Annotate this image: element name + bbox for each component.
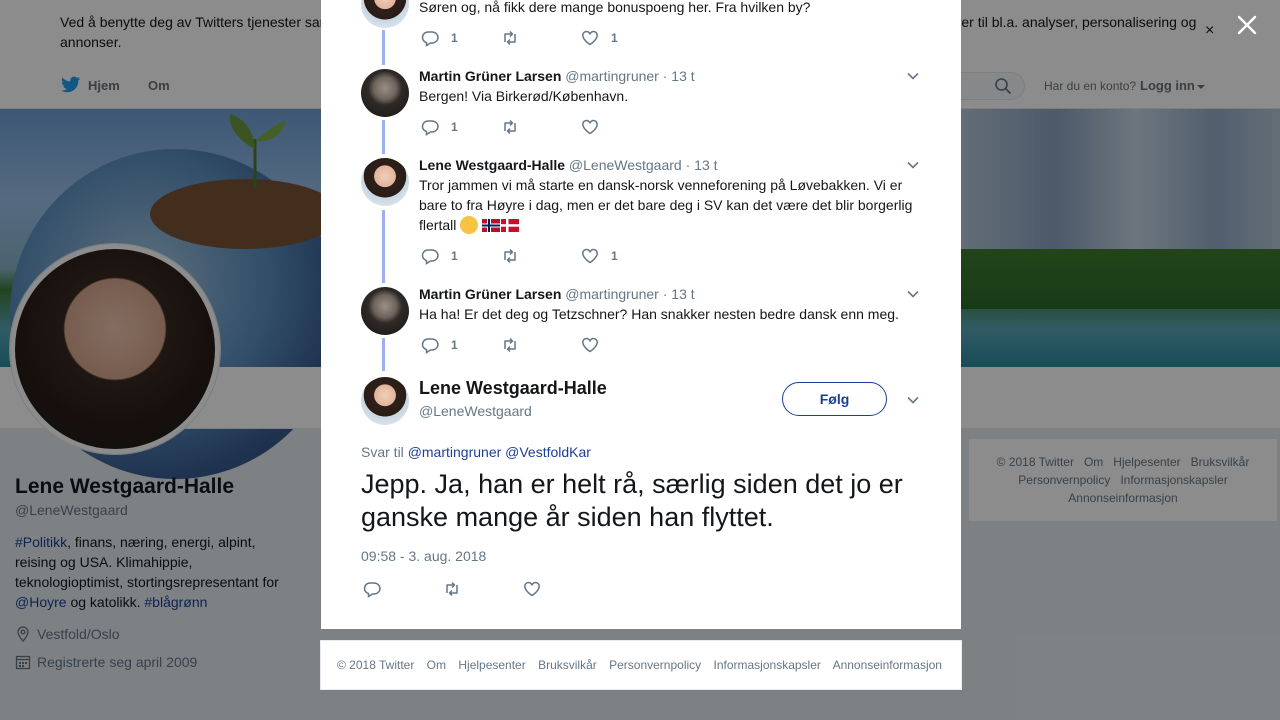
retweet-icon — [504, 30, 516, 46]
tweet-text: Bergen! Via Birkerød/København. — [419, 88, 629, 104]
reply-button[interactable] — [363, 580, 381, 598]
main-tweet-author-handle[interactable]: @LeneWestgaard — [419, 403, 532, 419]
tweet-author-name[interactable]: Lene Westgaard-Halle — [419, 157, 565, 173]
tweet-actions: 1 — [421, 336, 721, 356]
chevron-down-icon[interactable] — [906, 71, 920, 81]
thread-tweet[interactable]: Lene Westgaard-Halle @LeneWestgaard · 13… — [321, 155, 961, 275]
footer-link-about[interactable]: Om — [427, 658, 446, 672]
tweet-avatar[interactable] — [361, 287, 409, 335]
heart-icon — [524, 581, 540, 597]
reply-button[interactable]: 1 — [421, 336, 458, 354]
tweet-header: Martin Grüner Larsen @martingruner · 13 … — [419, 68, 695, 84]
footer-link-terms[interactable]: Bruksvilkår — [538, 658, 597, 672]
reply-count: 1 — [451, 338, 458, 352]
footer-link-privacy[interactable]: Personvernpolicy — [609, 658, 701, 672]
follow-button[interactable]: Følg — [782, 382, 887, 416]
reply-button[interactable]: 1 — [421, 29, 458, 47]
retweet-icon — [504, 248, 516, 264]
like-button[interactable] — [523, 580, 541, 598]
retweet-button[interactable] — [501, 336, 531, 354]
reply-icon — [363, 582, 381, 598]
reply-icon — [421, 338, 439, 354]
modal-footer: © 2018 Twitter Om Hjelpesenter Bruksvilk… — [320, 640, 962, 690]
tweet-header: Lene Westgaard-Halle @LeneWestgaard · 13… — [419, 157, 718, 173]
reply-icon — [421, 249, 439, 265]
like-button[interactable]: 1 — [581, 247, 618, 265]
reply-context: Svar til @martingruner @VestfoldKar — [361, 444, 591, 460]
thread-tweet[interactable]: Søren og, nå fikk dere mange bonuspoeng … — [321, 0, 961, 56]
main-tweet-timestamp[interactable]: 09:58 - 3. aug. 2018 — [361, 548, 486, 564]
tweet-text: Tror jammen vi må starte en dansk-norsk … — [419, 175, 919, 235]
reply-button[interactable]: 1 — [421, 118, 458, 136]
retweet-icon — [504, 119, 516, 135]
reply-icon — [421, 31, 439, 47]
footer-copyright: © 2018 Twitter — [337, 658, 415, 672]
norway-flag-icon — [482, 219, 501, 232]
chevron-down-icon[interactable] — [906, 289, 920, 299]
heart-icon — [582, 248, 598, 264]
footer-link-cookies[interactable]: Informasjonskapsler — [714, 658, 821, 672]
reply-count: 1 — [451, 249, 458, 263]
reply-count: 1 — [451, 31, 458, 45]
tweet-header: Martin Grüner Larsen @martingruner · 13 … — [419, 286, 695, 302]
chevron-down-icon[interactable] — [906, 160, 920, 170]
retweet-button[interactable] — [501, 29, 531, 47]
tweet-author-handle[interactable]: @martingruner — [565, 68, 659, 84]
heart-icon — [582, 30, 598, 46]
heart-icon — [582, 119, 598, 135]
tweet-timestamp[interactable]: · 13 t — [686, 157, 718, 173]
like-button[interactable] — [581, 336, 611, 354]
tweet-author-name[interactable]: Martin Grüner Larsen — [419, 286, 561, 302]
chevron-down-icon[interactable] — [906, 395, 920, 405]
denmark-flag-icon — [501, 219, 520, 232]
tweet-actions: 1 — [421, 118, 721, 138]
thread-tweet[interactable]: Martin Grüner Larsen @martingruner · 13 … — [321, 284, 961, 364]
footer-link-help[interactable]: Hjelpesenter — [458, 658, 525, 672]
tweet-text: Ha ha! Er det deg og Tetzschner? Han sna… — [419, 306, 899, 322]
thread-tweet[interactable]: Martin Grüner Larsen @martingruner · 13 … — [321, 66, 961, 146]
like-count: 1 — [611, 249, 618, 263]
tweet-text: Søren og, nå fikk dere mange bonuspoeng … — [419, 0, 811, 15]
retweet-button[interactable] — [501, 118, 531, 136]
heart-icon — [582, 337, 598, 353]
reply-prefix: Svar til — [361, 444, 404, 460]
tweet-author-handle[interactable]: @martingruner — [565, 286, 659, 302]
tweet-permalink-modal: Søren og, nå fikk dere mange bonuspoeng … — [321, 0, 961, 629]
tweet-author-handle[interactable]: @LeneWestgaard — [569, 157, 682, 173]
retweet-button[interactable] — [501, 247, 531, 265]
tweet-actions: 1 1 — [421, 29, 721, 49]
main-tweet-text: Jepp. Ja, han er helt rå, særlig siden d… — [361, 469, 903, 532]
like-count: 1 — [611, 31, 618, 45]
tweet-avatar[interactable] — [361, 0, 409, 28]
close-icon[interactable] — [1234, 12, 1260, 38]
reply-count: 1 — [451, 120, 458, 134]
tweet-avatar[interactable] — [361, 69, 409, 117]
tweet-actions: 1 1 — [421, 247, 721, 267]
reply-mention-vestfoldkar[interactable]: @VestfoldKar — [505, 444, 591, 460]
tweet-timestamp[interactable]: · 13 t — [663, 68, 695, 84]
tweet-timestamp[interactable]: · 13 t — [663, 286, 695, 302]
like-button[interactable] — [581, 118, 611, 136]
reply-button[interactable]: 1 — [421, 247, 458, 265]
reply-mention-martingruner[interactable]: @martingruner — [408, 444, 502, 460]
main-tweet-actions — [363, 580, 663, 600]
tweet-author-name[interactable]: Martin Grüner Larsen — [419, 68, 561, 84]
like-button[interactable]: 1 — [581, 29, 618, 47]
footer-link-ads[interactable]: Annonseinformasjon — [833, 658, 942, 672]
main-tweet-avatar[interactable] — [361, 377, 409, 425]
reply-icon — [421, 120, 439, 136]
grinning-face-emoji-icon — [460, 216, 479, 234]
retweet-icon — [504, 337, 516, 353]
retweet-icon — [446, 581, 458, 597]
main-tweet-author-name[interactable]: Lene Westgaard-Halle — [419, 378, 607, 399]
tweet-avatar[interactable] — [361, 158, 409, 206]
retweet-button[interactable] — [443, 580, 461, 598]
